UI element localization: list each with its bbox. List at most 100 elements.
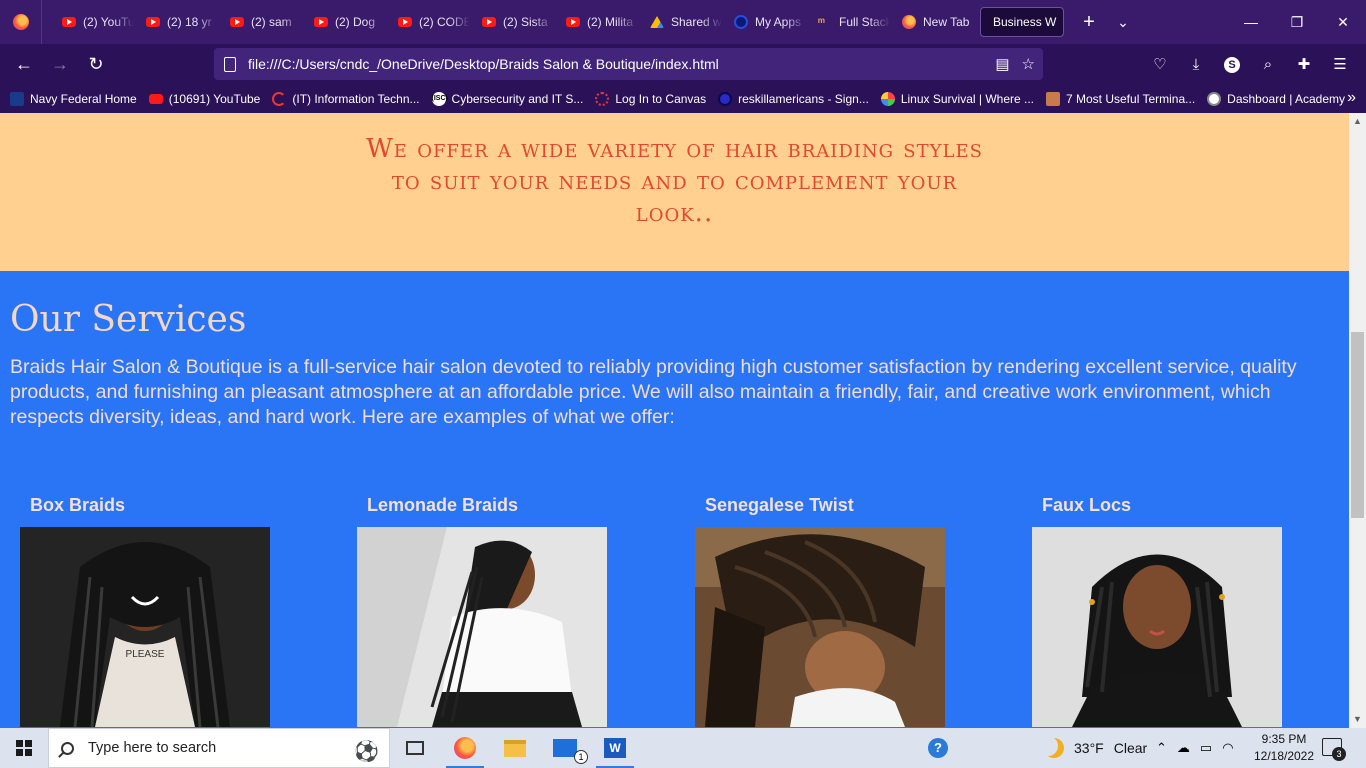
academy-icon xyxy=(1207,91,1222,106)
tab-label: Shared w xyxy=(671,15,722,29)
bookmark-label: Dashboard | Academy xyxy=(1227,91,1346,106)
pocket-icon[interactable]: ♡ xyxy=(1142,55,1178,73)
bookmark-label: 7 Most Useful Termina... xyxy=(1066,91,1196,106)
terminal-article-icon xyxy=(1046,91,1060,106)
mail-icon[interactable]: 1 xyxy=(540,728,590,768)
clock-time: 9:35 PM xyxy=(1261,732,1307,746)
weather-temperature: 33°F xyxy=(1074,740,1104,756)
bookmark-academy-dashboard[interactable]: Dashboard | Academy xyxy=(1207,91,1346,106)
minimize-icon[interactable]: — xyxy=(1228,0,1274,44)
box-braids-photo: PLEASE xyxy=(20,527,270,727)
taskbar-search-box[interactable]: Type here to search ⚽ xyxy=(48,728,390,768)
navy-federal-icon xyxy=(10,91,24,106)
tab-youtube-6[interactable]: (2) Sista xyxy=(470,7,554,37)
bookmark-information-technology[interactable]: (IT) Information Techn... xyxy=(272,91,420,106)
youtube-icon xyxy=(314,17,328,27)
browser-tab-strip: (2) YouTube (2) 18 yr (2) sam (2) Dog (2… xyxy=(0,0,1366,44)
restore-icon[interactable]: ❐ xyxy=(1274,0,1320,44)
new-tab-plus-icon[interactable]: + xyxy=(1072,11,1106,34)
bookmark-star-icon[interactable]: ☆ xyxy=(1022,55,1035,73)
c-logo-icon xyxy=(272,91,287,106)
taskbar-clock[interactable]: 9:35 PM 12/18/2022 xyxy=(1248,731,1320,765)
search-highlight-sports-icon[interactable]: ⚽ xyxy=(354,739,379,764)
bookmark-reskillamericans[interactable]: reskillamericans - Sign... xyxy=(718,91,869,106)
extension-puzzle-icon[interactable]: ✚ xyxy=(1286,55,1322,73)
tab-label: (2) Milita xyxy=(587,15,634,29)
forward-arrow-icon[interactable]: → xyxy=(42,48,78,80)
reload-icon[interactable]: ↻ xyxy=(78,48,114,80)
svg-text:PLEASE: PLEASE xyxy=(126,649,165,660)
scrollbar-thumb[interactable] xyxy=(1351,332,1364,518)
wifi-icon[interactable]: ◠ xyxy=(1222,740,1233,756)
start-button[interactable] xyxy=(0,728,48,768)
tab-active[interactable]: Business W ✕ xyxy=(980,7,1064,37)
onedrive-cloud-icon[interactable]: ☁ xyxy=(1177,740,1190,756)
bookmark-label: (10691) YouTube xyxy=(168,91,261,106)
service-card-title: Senegalese Twist xyxy=(705,495,854,515)
tab-my-apps[interactable]: My Apps xyxy=(722,7,806,37)
tab-new-tab[interactable]: New Tab xyxy=(890,7,974,37)
firefox-menu-icon[interactable] xyxy=(0,0,42,44)
mail-badge: 1 xyxy=(574,750,588,764)
bookmark-canvas[interactable]: Log In to Canvas xyxy=(595,91,706,106)
scroll-up-arrow-icon[interactable]: ▲ xyxy=(1349,113,1366,130)
tab-youtube-3[interactable]: (2) sam xyxy=(218,7,302,37)
scroll-down-arrow-icon[interactable]: ▼ xyxy=(1349,711,1366,728)
bookmark-terminal[interactable]: 7 Most Useful Termina... xyxy=(1046,91,1196,106)
file-explorer-icon[interactable] xyxy=(490,728,540,768)
tab-youtube-2[interactable]: (2) 18 yr xyxy=(134,7,218,37)
service-card-lemonade-braids: Lemonade Braids xyxy=(357,495,607,727)
url-text[interactable]: file:///C:/Users/cndc_/OneDrive/Desktop/… xyxy=(248,56,995,72)
bookmark-cybersecurity[interactable]: (ISC) Cybersecurity and IT S... xyxy=(431,91,584,106)
bookmarks-toolbar: Navy Federal Home (10691) YouTube (IT) I… xyxy=(0,84,1366,113)
tab-full-stack[interactable]: ᵐ Full Stack xyxy=(806,7,890,37)
back-arrow-icon[interactable]: ← xyxy=(6,48,42,80)
bookmark-label: reskillamericans - Sign... xyxy=(738,91,869,106)
address-bar[interactable]: file:///C:/Users/cndc_/OneDrive/Desktop/… xyxy=(214,48,1043,80)
senegalese-twist-illustration xyxy=(695,527,945,727)
more-bookmarks-chevron-icon[interactable]: » xyxy=(1347,89,1356,107)
lemonade-braids-photo xyxy=(357,527,607,727)
page-viewport: We offer a wide variety of hair braiding… xyxy=(0,113,1349,728)
tab-google-drive[interactable]: Shared w xyxy=(638,7,722,37)
weather-widget[interactable]: 33°F Clear xyxy=(1044,728,1147,768)
battery-icon[interactable]: ▭ xyxy=(1200,740,1212,756)
google-drive-icon xyxy=(650,16,664,28)
taskbar-firefox-icon[interactable] xyxy=(440,728,490,768)
reader-view-icon[interactable]: ▤ xyxy=(995,55,1009,73)
page-icon xyxy=(224,56,236,72)
bookmark-linux-survival[interactable]: Linux Survival | Where ... xyxy=(880,91,1034,106)
youtube-icon xyxy=(482,17,496,27)
tab-label: (2) YouTube xyxy=(83,15,134,29)
tab-youtube-4[interactable]: (2) Dog xyxy=(302,7,386,37)
close-window-icon[interactable]: ✕ xyxy=(1320,0,1366,44)
bookmark-label: Linux Survival | Where ... xyxy=(900,91,1034,106)
show-hidden-icons-chevron-icon[interactable]: ⌃ xyxy=(1156,740,1167,756)
tab-label: (2) Sista xyxy=(503,15,548,29)
page-scrollbar[interactable]: ▲ ▼ xyxy=(1349,113,1366,728)
tab-youtube-1[interactable]: (2) YouTube xyxy=(50,7,134,37)
youtube-icon xyxy=(62,17,76,27)
extension-s-icon[interactable]: S xyxy=(1214,55,1250,73)
task-view-icon[interactable] xyxy=(390,728,440,768)
zoom-extension-icon[interactable]: ⌕ xyxy=(1250,56,1286,73)
word-icon[interactable]: W xyxy=(590,728,640,768)
linux-survival-icon xyxy=(880,91,895,106)
bookmark-navy-federal[interactable]: Navy Federal Home xyxy=(10,91,137,106)
tab-label: (2) Dog xyxy=(335,15,376,29)
faux-locs-photo xyxy=(1032,527,1282,727)
close-tab-icon[interactable]: ✕ xyxy=(1062,14,1063,31)
bookmark-label: Cybersecurity and IT S... xyxy=(451,91,584,106)
downloads-icon[interactable]: ⤓ xyxy=(1178,56,1214,73)
list-all-tabs-chevron-icon[interactable]: ⌄ xyxy=(1106,14,1140,31)
bookmark-youtube[interactable]: (10691) YouTube xyxy=(148,91,261,106)
services-section: Our Services Braids Hair Salon & Boutiqu… xyxy=(0,271,1349,728)
tab-youtube-7[interactable]: (2) Milita xyxy=(554,7,638,37)
tab-label: (2) CODE xyxy=(419,15,470,29)
windows-logo-icon xyxy=(16,740,32,756)
youtube-icon xyxy=(230,17,244,27)
hamburger-menu-icon[interactable]: ☰ xyxy=(1322,55,1358,73)
get-help-icon[interactable]: ? xyxy=(928,738,948,758)
tab-youtube-5[interactable]: (2) CODE xyxy=(386,7,470,37)
system-tray: ⌃ ☁ ▭ ◠ xyxy=(1156,728,1234,768)
